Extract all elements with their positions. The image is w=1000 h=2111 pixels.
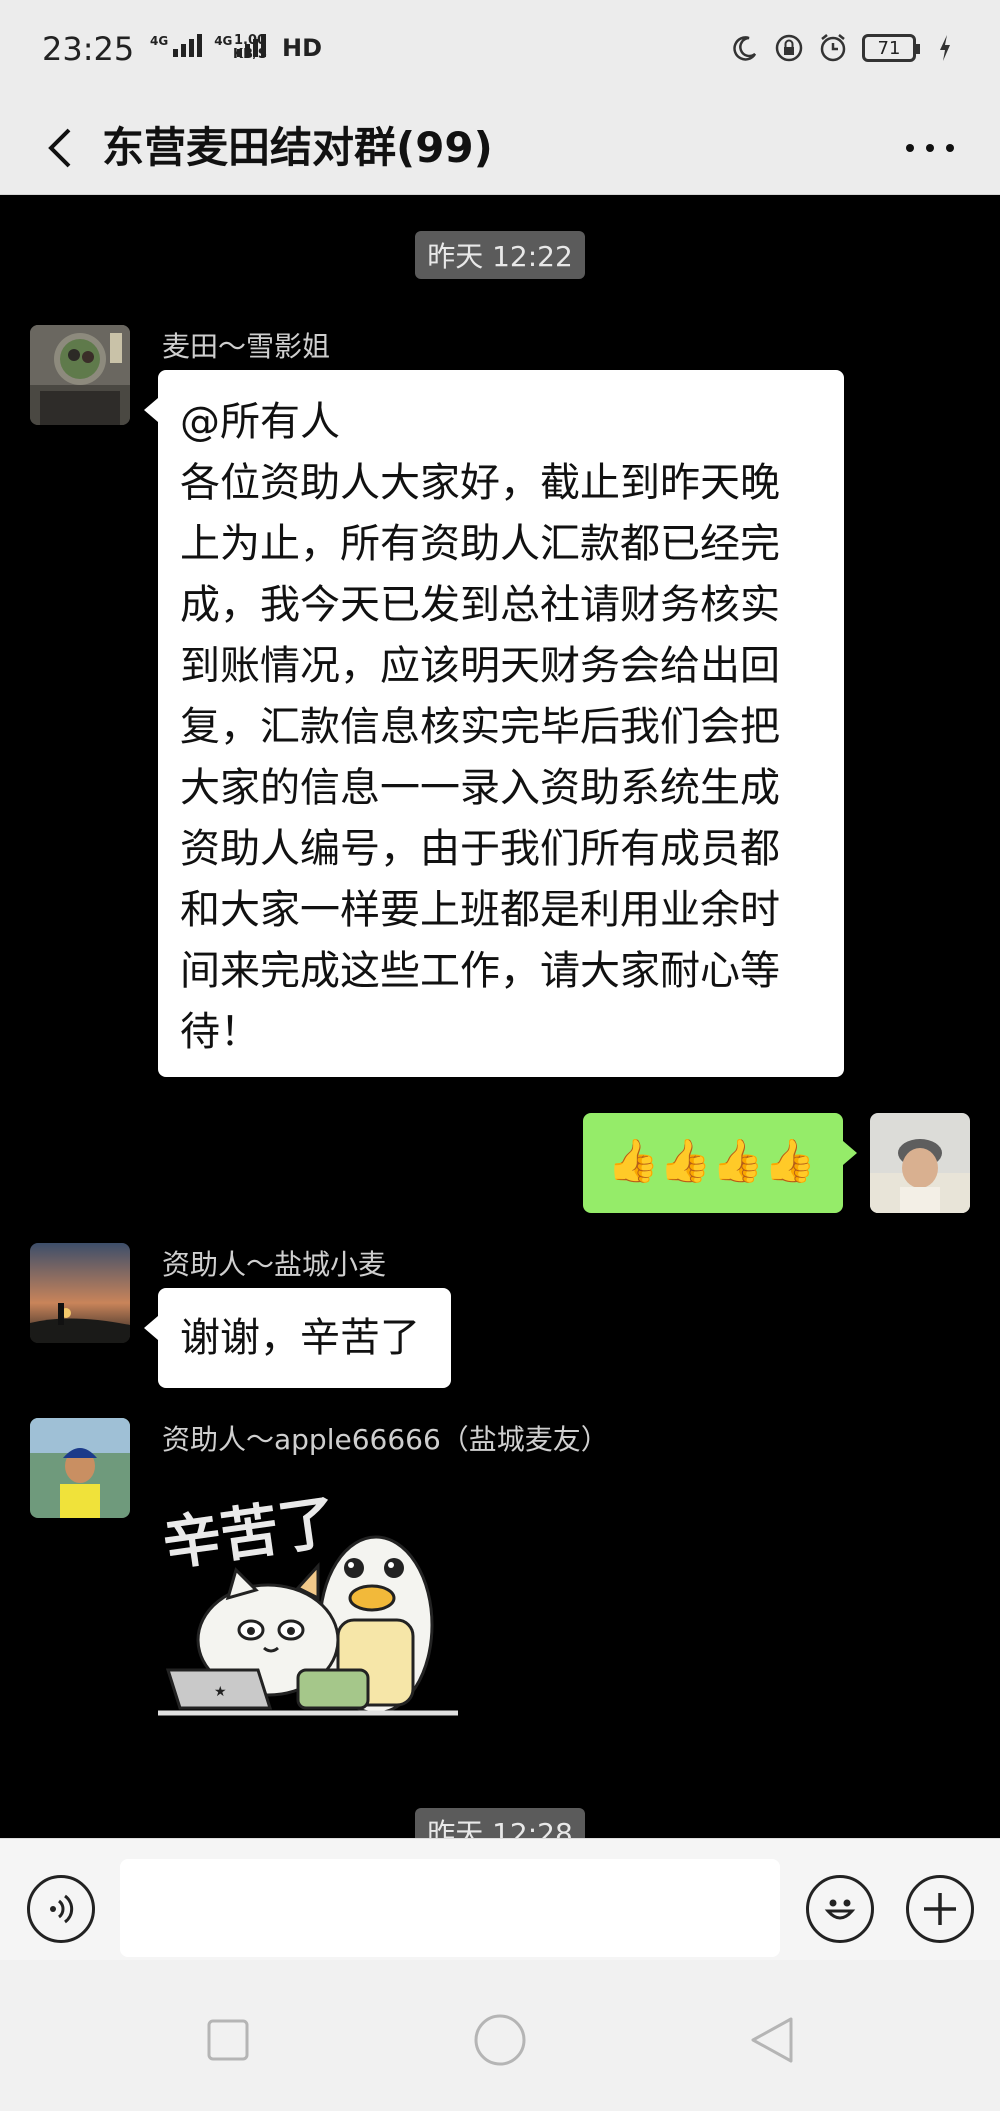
sender-name: 资助人～盐城小麦 [162,1248,387,1281]
message-line: 各位资助人大家好，截止到昨天晚 [180,460,780,506]
circle-icon [474,2014,526,2066]
emoji-icon [824,1899,856,1920]
chat-header: 东营麦田结对群(99) [0,100,1000,195]
cat-duck-sticker-icon: ★ [158,1535,458,1716]
message-bubble[interactable]: @所有人 各位资助人大家好，截止到昨天晚 上为止，所有资助人汇款都已经完 成，我… [144,370,844,1077]
message-line: 待！ [180,1009,260,1055]
thumbs-up-icon: 👍👍👍👍 [607,1136,817,1185]
message-line: 成，我今天已发到总社请财务核实 [180,582,780,628]
network-speed: 1.00 KB/S [233,34,267,62]
home-button[interactable] [460,2000,540,2080]
message-line: 资助人编号，由于我们所有成员都 [180,826,780,872]
lock-rotation-icon [774,33,804,63]
battery-level: 71 [877,37,901,59]
sticker[interactable]: 辛苦了 ★ [158,1470,458,1720]
network-type-label: 4G [150,34,169,48]
square-icon [207,2019,249,2061]
message-input[interactable] [120,1859,780,1957]
avatar[interactable] [30,1418,130,1518]
voice-button[interactable] [27,1875,95,1943]
status-bar: 23:25 4G 4G 1.00 KB/S HD 71 [0,0,1000,100]
signal-icon: 4G [150,34,203,57]
moon-icon [730,33,760,63]
message-line: 和大家一样要上班都是利用业余时 [180,887,780,933]
sender-name: 麦田～雪影姐 [162,330,331,363]
message-text: 谢谢，辛苦了 [180,1315,420,1361]
message-line: 上为止，所有资助人汇款都已经完 [180,521,780,567]
charging-icon [930,33,960,63]
message-line: 间来完成这些工作，请大家耐心等 [180,948,780,994]
message-line: 复，汇款信息核实完毕后我们会把 [180,704,780,750]
timestamp: 昨天 12:28 [415,1808,585,1838]
avatar-self[interactable] [870,1113,970,1213]
avatar[interactable] [30,1243,130,1343]
battery-icon: 71 [862,34,920,62]
speed-unit: KB/S [233,47,268,62]
recent-apps-button[interactable] [188,2000,268,2080]
timestamp: 昨天 12:22 [415,231,585,279]
system-nav-bar [0,1960,1000,2111]
more-button[interactable] [890,118,970,178]
message-bubble-self[interactable]: 👍👍👍👍 [583,1113,857,1213]
avatar[interactable] [30,325,130,425]
system-back-button[interactable] [732,2000,812,2080]
plus-icon [924,1893,956,1925]
status-icons: 71 [730,33,960,63]
speed-value: 1.00 [234,33,267,48]
triangle-back-icon [751,2017,793,2063]
more-dots-icon [906,144,954,152]
input-bar [0,1838,1000,1960]
message-bubble[interactable]: 谢谢，辛苦了 [144,1288,451,1388]
alarm-icon [818,33,848,63]
status-time: 23:25 [42,30,135,68]
voice-icon [50,1894,74,1924]
plus-button[interactable] [906,1875,974,1943]
back-button[interactable] [30,118,90,178]
sender-name: 资助人～apple66666（盐城麦友） [162,1423,609,1456]
message-line: 到账情况，应该明天财务会给出回 [180,643,780,689]
chat-messages[interactable]: 昨天 12:22 麦田～雪影姐 @所有人 各位资助人大家好，截止到昨天晚 上为止… [0,195,1000,1838]
message-line: 大家的信息一一录入资助系统生成 [180,765,780,811]
chevron-left-icon [48,128,71,168]
svg-text:★: ★ [214,1684,227,1700]
message-line: @所有人 [180,399,340,445]
emoji-button[interactable] [806,1875,874,1943]
chat-title: 东营麦田结对群(99) [102,123,493,172]
network-type-label: 4G [214,34,233,48]
hd-voice-label: HD [282,34,323,62]
